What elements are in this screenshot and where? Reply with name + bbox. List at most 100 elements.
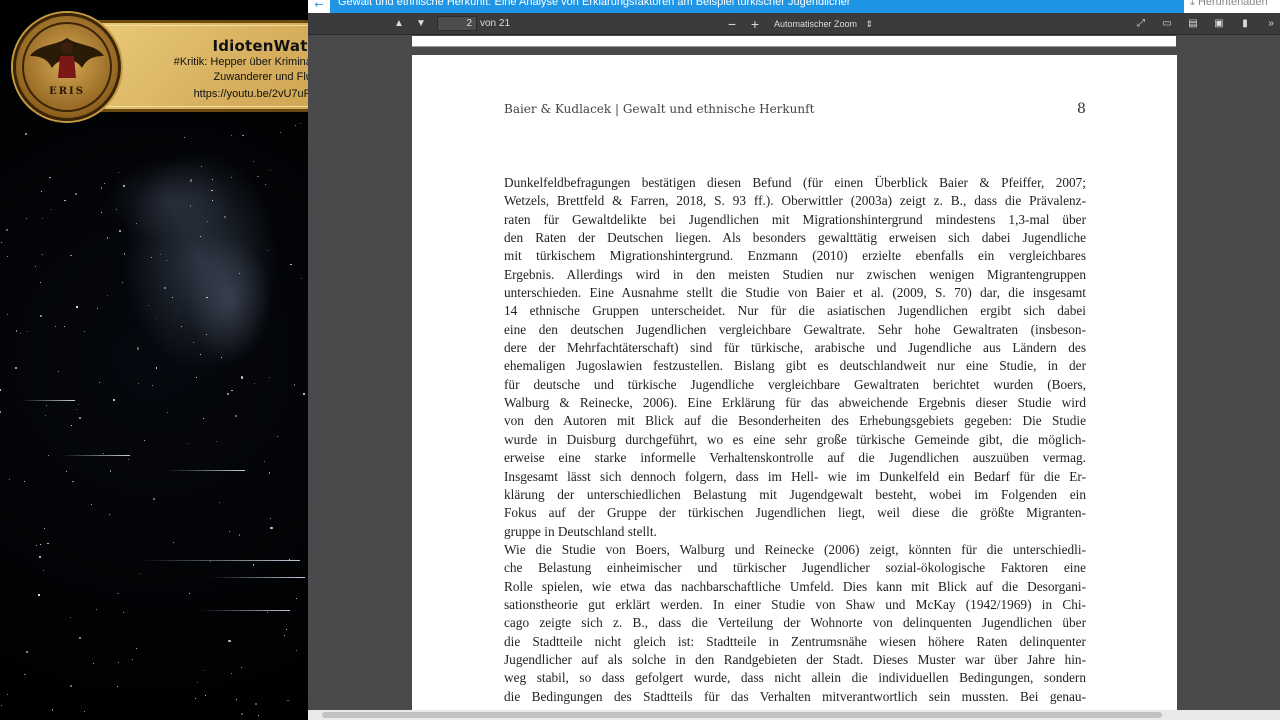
- page-number-input[interactable]: [437, 16, 477, 31]
- star: [266, 612, 268, 614]
- bookmark-icon[interactable]: ▮: [1236, 16, 1254, 32]
- star: [240, 667, 242, 668]
- star: [270, 526, 273, 529]
- horizontal-scrollbar[interactable]: [308, 710, 1280, 720]
- star: [196, 681, 199, 683]
- star: [100, 187, 102, 189]
- star: [110, 470, 112, 472]
- star: [69, 685, 72, 688]
- star: [295, 124, 297, 126]
- text-line: Wetzels, Brettfeld & Farren, 2018, S. 93…: [504, 193, 1086, 209]
- star: [123, 253, 126, 255]
- zoom-in-button[interactable]: +: [747, 16, 763, 32]
- star: [283, 634, 285, 636]
- pdf-viewer: ← Gewalt und ethnische Herkunft: Eine An…: [308, 0, 1280, 720]
- star: [75, 408, 77, 410]
- download-icon: ⤓: [1190, 0, 1195, 8]
- star: [228, 639, 231, 642]
- star: [72, 480, 74, 482]
- star: [159, 253, 161, 255]
- star: [7, 255, 9, 257]
- star: [38, 594, 40, 596]
- presentation-mode-icon[interactable]: ⤢: [1132, 16, 1150, 32]
- star: [41, 218, 43, 220]
- star: [117, 592, 119, 595]
- star: [117, 172, 119, 173]
- star: [136, 347, 140, 350]
- star: [293, 384, 296, 386]
- star: [7, 313, 9, 315]
- text-line: che Belastung einheimischer und türkisch…: [504, 560, 1086, 576]
- star: [152, 384, 154, 387]
- download-button[interactable]: ⤓ Herunterladen: [1184, 0, 1280, 13]
- star: [254, 702, 258, 705]
- star: [23, 480, 25, 482]
- star: [99, 382, 101, 383]
- star: [107, 295, 109, 296]
- star: [226, 392, 230, 395]
- star: [215, 440, 217, 442]
- star: [189, 205, 191, 207]
- star: [0, 241, 2, 243]
- text-line: den Raten der Deutschen liegen. Als beso…: [504, 230, 1086, 246]
- text-line: Rolle spielen, wie etwa das nachbarschaf…: [504, 578, 1086, 594]
- star: [107, 237, 109, 239]
- star: [235, 698, 237, 700]
- star: [5, 229, 8, 232]
- text-line: klärung der unterschiedlichen Belastung …: [504, 486, 1086, 502]
- zoom-select[interactable]: Automatischer Zoom ⇕: [768, 16, 884, 32]
- star: [180, 326, 182, 328]
- light-streak: [20, 400, 75, 401]
- star: [45, 405, 47, 407]
- star: [202, 418, 204, 420]
- logo-text: ERIS: [49, 86, 85, 97]
- zoom-select-value: Automatischer Zoom: [774, 19, 858, 29]
- star: [231, 389, 233, 392]
- scrollbar-thumb[interactable]: [322, 712, 1162, 718]
- star: [123, 185, 125, 187]
- star: [93, 662, 95, 664]
- back-arrow-icon[interactable]: ←: [308, 0, 330, 13]
- star: [47, 542, 49, 545]
- star: [303, 392, 306, 396]
- star: [239, 272, 241, 275]
- star: [24, 673, 26, 676]
- pdf-toolbar: ▲ ▼ von 21 − + Automatischer Zoom ⇕ ⤢ ▭ …: [308, 13, 1280, 35]
- star: [230, 134, 233, 137]
- star: [257, 714, 259, 717]
- star: [171, 296, 173, 298]
- zoom-out-button[interactable]: −: [724, 16, 740, 32]
- star: [38, 555, 42, 558]
- text-line: gruppe in Deutschland stellt.: [504, 523, 657, 539]
- star: [200, 236, 202, 237]
- star: [50, 208, 53, 211]
- save-icon[interactable]: ▣: [1210, 16, 1228, 32]
- open-file-icon[interactable]: ▭: [1158, 16, 1176, 32]
- star: [267, 249, 269, 251]
- star: [231, 177, 233, 179]
- star: [220, 357, 222, 358]
- star: [96, 308, 98, 310]
- star: [290, 263, 292, 265]
- star: [295, 649, 298, 652]
- star: [205, 333, 207, 335]
- star: [150, 257, 152, 259]
- star: [234, 414, 237, 418]
- next-page-icon[interactable]: ▼: [412, 16, 430, 32]
- star: [116, 685, 118, 687]
- star: [65, 470, 67, 472]
- text-line: unterschieden. Eine Ausnahme stellt die …: [504, 285, 1086, 301]
- star: [70, 424, 72, 426]
- star: [48, 455, 50, 456]
- star: [70, 255, 72, 257]
- star: [27, 330, 29, 332]
- download-label: Herunterladen: [1197, 0, 1268, 8]
- star: [205, 694, 207, 696]
- star: [211, 189, 213, 191]
- previous-page-icon[interactable]: ▲: [390, 16, 408, 32]
- star: [196, 376, 198, 378]
- print-icon[interactable]: ▤: [1184, 16, 1202, 32]
- star: [238, 534, 240, 536]
- star: [211, 178, 213, 180]
- tools-menu-icon[interactable]: »: [1262, 16, 1280, 32]
